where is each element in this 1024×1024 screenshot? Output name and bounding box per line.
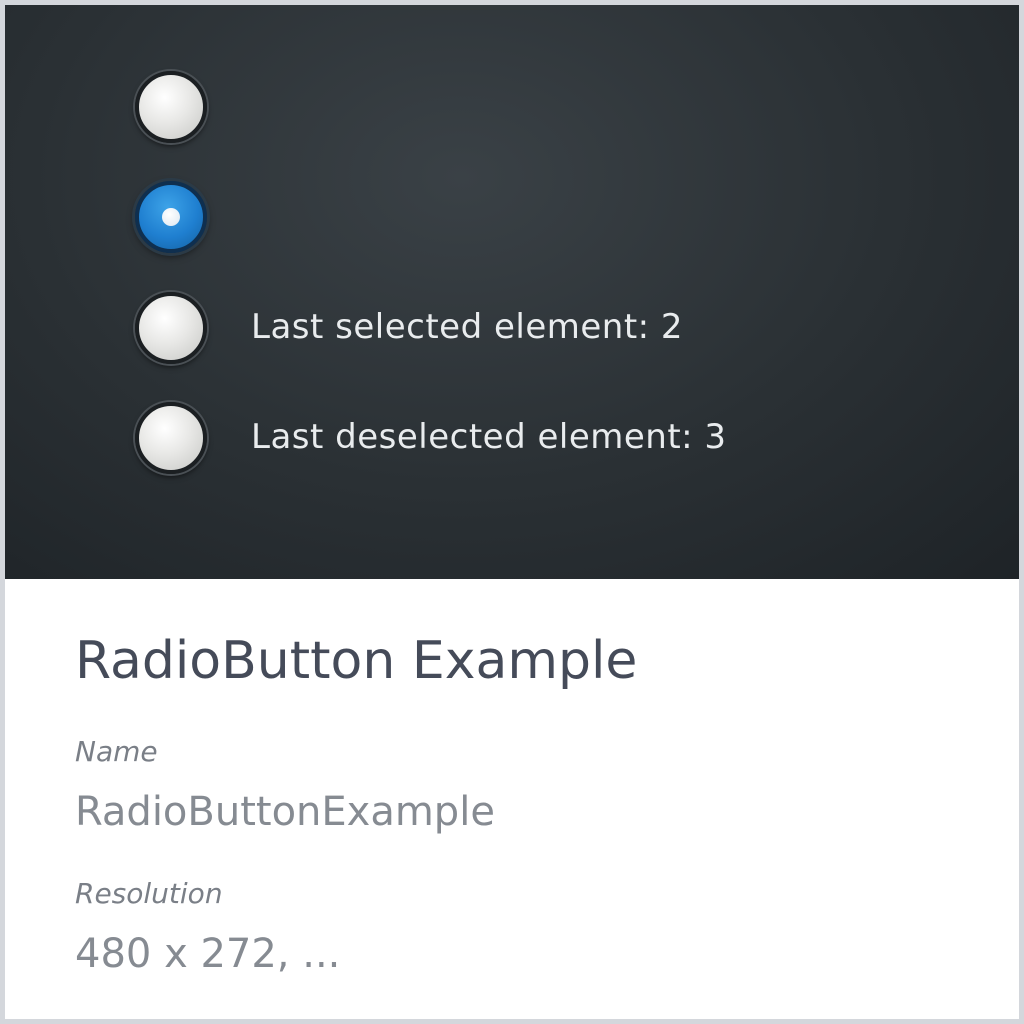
- example-preview: Last selected element: 2 Last deselected…: [5, 5, 1019, 579]
- name-label: Name: [75, 735, 158, 768]
- last-selected-text: Last selected element: 2: [251, 307, 684, 347]
- radio-button-4[interactable]: [135, 402, 207, 474]
- resolution-value: 480 x 272, ...: [75, 931, 341, 977]
- resolution-label: Resolution: [75, 877, 223, 910]
- radio-selected-dot: [162, 208, 180, 226]
- name-value: RadioButtonExample: [75, 789, 495, 835]
- example-title[interactable]: RadioButton Example: [75, 631, 637, 691]
- radio-button-2[interactable]: [135, 181, 207, 253]
- radio-button-1[interactable]: [135, 71, 207, 143]
- last-deselected-text: Last deselected element: 3: [251, 417, 727, 457]
- radio-button-3[interactable]: [135, 292, 207, 364]
- example-card[interactable]: Last selected element: 2 Last deselected…: [0, 0, 1024, 1024]
